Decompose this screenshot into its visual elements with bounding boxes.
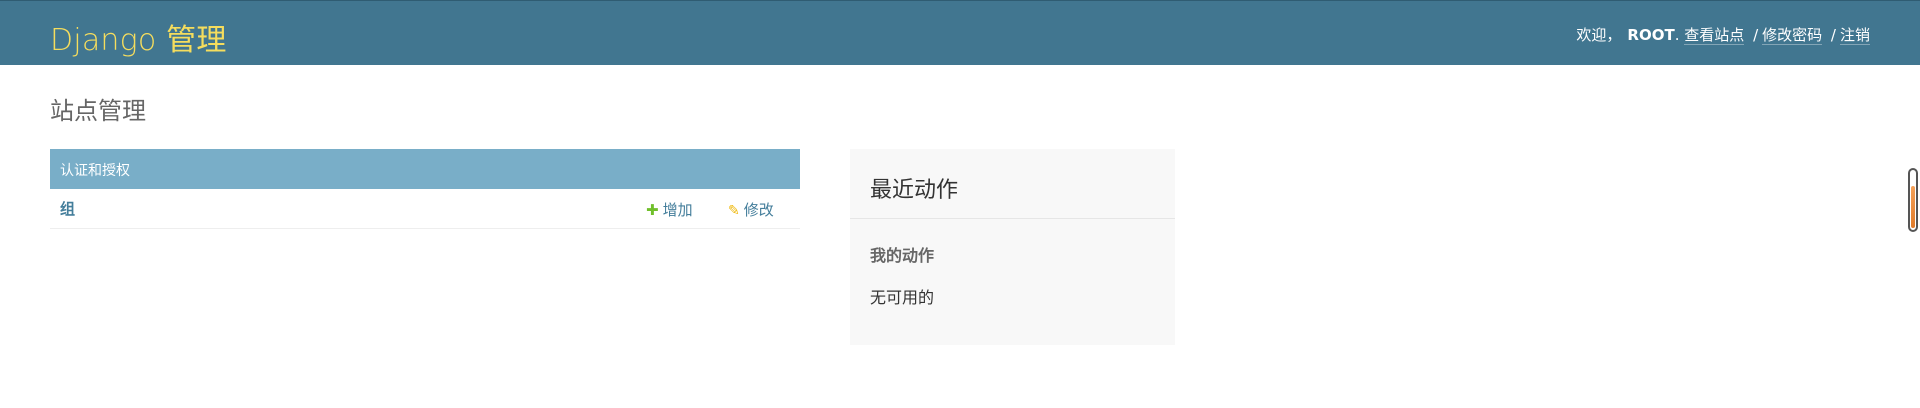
- scrollbar[interactable]: [1908, 168, 1918, 232]
- change-button[interactable]: ✎ 修改: [728, 199, 774, 220]
- user-tools: 欢迎， ROOT. 查看站点 / 修改密码 / 注销: [1576, 24, 1870, 45]
- page-title: 站点管理: [50, 97, 146, 125]
- recent-actions-panel: 最近动作 我的动作 无可用的: [850, 149, 1175, 345]
- plus-icon: ✚: [646, 201, 659, 219]
- recent-actions-title: 最近动作: [850, 149, 1175, 219]
- add-button[interactable]: ✚ 增加: [646, 199, 693, 220]
- welcome-text: 欢迎，: [1576, 26, 1622, 44]
- add-label: 增加: [662, 201, 693, 219]
- view-site-link[interactable]: 查看站点: [1684, 26, 1745, 45]
- change-label: 修改: [743, 201, 774, 219]
- separator: /: [1830, 26, 1836, 44]
- scrollbar-thumb[interactable]: [1911, 186, 1915, 228]
- separator: /: [1753, 26, 1759, 44]
- my-actions-heading: 我的动作: [870, 246, 935, 265]
- logout-link[interactable]: 注销: [1839, 26, 1870, 45]
- pencil-icon: ✎: [728, 203, 740, 219]
- no-actions-text: 无可用的: [870, 288, 935, 307]
- app-module-auth: 认证和授权 组 ✚ 增加 ✎ 修改: [50, 149, 800, 229]
- site-branding[interactable]: Django 管理: [50, 15, 227, 59]
- username: ROOT: [1627, 26, 1675, 44]
- model-link-groups[interactable]: 组: [60, 198, 75, 219]
- site-header: Django 管理 欢迎， ROOT. 查看站点 / 修改密码 / 注销: [0, 0, 1920, 65]
- change-password-link[interactable]: 修改密码: [1762, 26, 1823, 45]
- app-caption[interactable]: 认证和授权: [50, 149, 800, 189]
- punct: .: [1674, 26, 1680, 44]
- table-row: 组 ✚ 增加 ✎ 修改: [50, 189, 800, 229]
